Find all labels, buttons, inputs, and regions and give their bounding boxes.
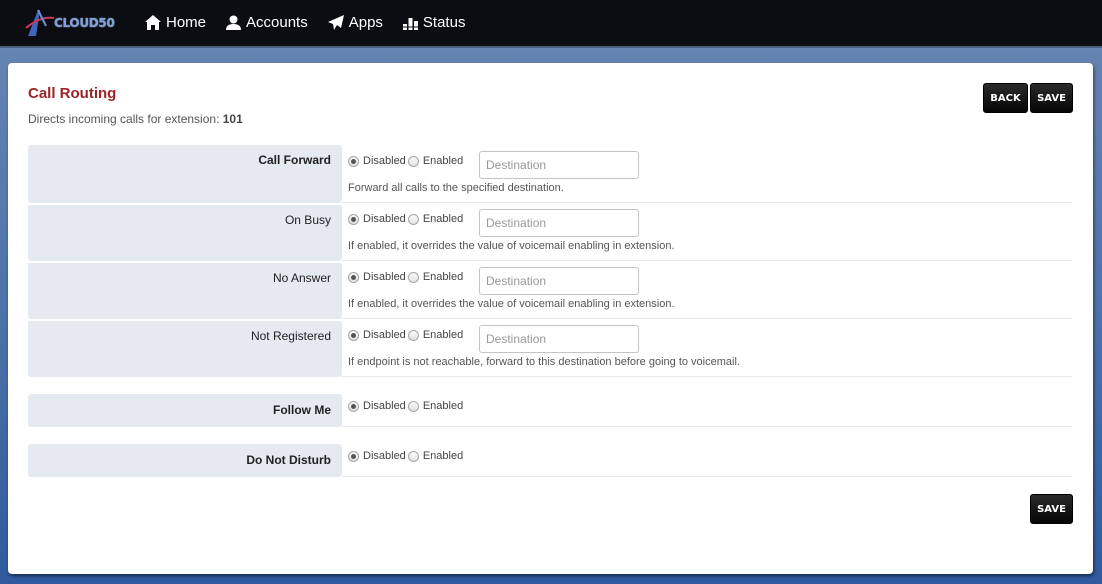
row-fields: Disabled Enabled bbox=[342, 444, 1072, 477]
enabled-label[interactable]: Enabled bbox=[423, 271, 463, 283]
disabled-label[interactable]: Disabled bbox=[363, 155, 406, 167]
disabled-label[interactable]: Disabled bbox=[363, 400, 406, 412]
destination-input[interactable] bbox=[479, 267, 639, 295]
disabled-radio[interactable] bbox=[348, 155, 359, 167]
not-registered-row: Not Registered Disabled Enabled If endpo… bbox=[28, 319, 1072, 377]
row-label: Call Forward bbox=[28, 145, 342, 203]
disabled-radio[interactable] bbox=[348, 213, 359, 225]
row-label: Do Not Disturb bbox=[28, 444, 342, 477]
nav-accounts[interactable]: Accounts bbox=[226, 14, 308, 31]
save-button[interactable]: SAVE bbox=[1030, 83, 1073, 113]
row-label: On Busy bbox=[28, 203, 342, 261]
nav-home-label: Home bbox=[166, 13, 207, 31]
destination-input[interactable] bbox=[479, 325, 639, 353]
radio-group: Disabled Enabled bbox=[348, 329, 465, 341]
send-icon bbox=[327, 14, 344, 30]
nav-menu: Home Accounts Apps Status bbox=[145, 0, 485, 44]
radio-group: Disabled Enabled bbox=[348, 155, 465, 167]
disabled-radio[interactable] bbox=[348, 271, 359, 283]
destination-input[interactable] bbox=[479, 209, 639, 237]
row-fields: Disabled Enabled If endpoint is not reac… bbox=[342, 319, 1072, 377]
top-navbar: CLOUD50 Home Accounts Apps Status bbox=[0, 0, 1102, 48]
no-answer-row: No Answer Disabled Enabled If enabled, i… bbox=[28, 261, 1072, 319]
home-icon bbox=[145, 14, 161, 30]
do-not-disturb-row: Do Not Disturb Disabled Enabled bbox=[28, 444, 1072, 477]
enabled-label[interactable]: Enabled bbox=[423, 213, 463, 225]
nav-apps[interactable]: Apps bbox=[327, 13, 383, 31]
enabled-radio[interactable] bbox=[407, 213, 419, 225]
row-label: No Answer bbox=[28, 261, 342, 319]
row-fields: Disabled Enabled bbox=[342, 394, 1072, 427]
disabled-radio[interactable] bbox=[348, 450, 359, 462]
follow-me-row: Follow Me Disabled Enabled bbox=[28, 394, 1072, 427]
page-subtitle: Directs incoming calls for extension: 10… bbox=[28, 112, 243, 126]
logo-text: CLOUD50 bbox=[54, 16, 115, 30]
nav-status[interactable]: Status bbox=[402, 13, 466, 31]
call-routing-panel: Call Routing Directs incoming calls for … bbox=[8, 63, 1093, 574]
row-label: Not Registered bbox=[28, 319, 342, 377]
radio-group: Disabled Enabled bbox=[348, 213, 465, 225]
row-label: Follow Me bbox=[28, 394, 342, 427]
help-text: Forward all calls to the specified desti… bbox=[348, 182, 564, 194]
enabled-radio[interactable] bbox=[407, 329, 419, 341]
enabled-label[interactable]: Enabled bbox=[423, 329, 463, 341]
back-button[interactable]: BACK bbox=[983, 83, 1028, 113]
enabled-label[interactable]: Enabled bbox=[423, 450, 463, 462]
nav-home[interactable]: Home bbox=[145, 14, 206, 31]
disabled-label[interactable]: Disabled bbox=[363, 271, 406, 283]
call-forward-row: Call Forward Disabled Enabled Forward al… bbox=[28, 145, 1072, 203]
logo-mark-icon bbox=[25, 9, 55, 36]
page-title: Call Routing bbox=[28, 85, 117, 102]
disabled-label[interactable]: Disabled bbox=[363, 329, 406, 341]
enabled-radio[interactable] bbox=[407, 400, 419, 412]
enabled-label[interactable]: Enabled bbox=[423, 155, 463, 167]
user-icon bbox=[226, 15, 242, 30]
nav-status-label: Status bbox=[422, 13, 466, 31]
row-fields: Disabled Enabled If enabled, it override… bbox=[342, 203, 1072, 261]
help-text: If enabled, it overrides the value of vo… bbox=[348, 240, 675, 252]
disabled-label[interactable]: Disabled bbox=[363, 450, 406, 462]
enabled-label[interactable]: Enabled bbox=[423, 400, 463, 412]
cloud50-logo[interactable]: CLOUD50 bbox=[24, 8, 115, 38]
nav-apps-label: Apps bbox=[348, 13, 383, 31]
subtitle-text: Directs incoming calls for extension: bbox=[28, 112, 223, 126]
help-text: If endpoint is not reachable, forward to… bbox=[348, 356, 740, 368]
radio-group: Disabled Enabled bbox=[348, 400, 465, 412]
enabled-radio[interactable] bbox=[407, 271, 419, 283]
enabled-radio[interactable] bbox=[407, 155, 419, 167]
enabled-radio[interactable] bbox=[407, 450, 419, 462]
stats-icon bbox=[402, 17, 418, 30]
disabled-radio[interactable] bbox=[348, 329, 359, 341]
nav-accounts-label: Accounts bbox=[246, 13, 308, 31]
radio-group: Disabled Enabled bbox=[348, 450, 465, 462]
save-bottom-button[interactable]: SAVE bbox=[1030, 494, 1073, 524]
help-text: If enabled, it overrides the value of vo… bbox=[348, 298, 675, 310]
disabled-label[interactable]: Disabled bbox=[363, 213, 406, 225]
row-fields: Disabled Enabled If enabled, it override… bbox=[342, 261, 1072, 319]
on-busy-row: On Busy Disabled Enabled If enabled, it … bbox=[28, 203, 1072, 261]
row-fields: Disabled Enabled Forward all calls to th… bbox=[342, 145, 1072, 203]
radio-group: Disabled Enabled bbox=[348, 271, 465, 283]
extension-number: 101 bbox=[222, 112, 243, 126]
disabled-radio[interactable] bbox=[348, 400, 359, 412]
destination-input[interactable] bbox=[479, 151, 639, 179]
